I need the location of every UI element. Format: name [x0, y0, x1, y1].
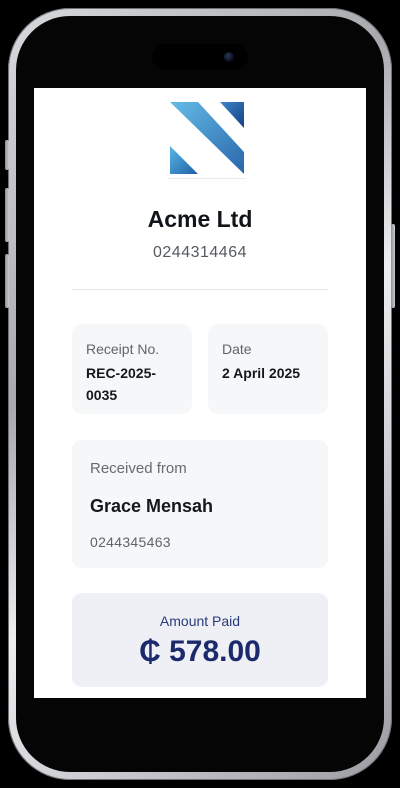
company-logo-icon — [168, 100, 246, 179]
amount-paid-card: Amount Paid ₵ 578.00 — [72, 593, 328, 687]
amount-paid-label: Amount Paid — [159, 613, 241, 629]
receipt-screen: Acme Ltd 0244314464 Receipt No. REC-2025… — [34, 88, 366, 698]
amount-paid-value: ₵ 578.00 — [139, 635, 261, 668]
date-value: 2 April 2025 — [222, 365, 301, 381]
date-label: Date — [222, 341, 252, 357]
camera-icon — [224, 52, 234, 62]
dynamic-island — [152, 44, 248, 70]
receipt-number-value: REC-2025- 0035 — [86, 365, 157, 403]
volume-up-button — [5, 188, 9, 242]
header-divider — [72, 289, 328, 290]
company-phone: 0244314464 — [153, 244, 247, 261]
volume-down-button — [5, 254, 9, 308]
action-button — [5, 140, 9, 170]
received-from-card: Received from Grace Mensah 0244345463 — [72, 440, 328, 568]
date-card: Date 2 April 2025 — [208, 324, 328, 414]
received-from-label: Received from — [90, 460, 187, 477]
company-name: Acme Ltd — [147, 206, 253, 232]
receipt-number-label: Receipt No. — [86, 341, 160, 357]
payer-phone: 0244345463 — [90, 534, 171, 550]
payer-name: Grace Mensah — [90, 496, 214, 516]
power-button — [391, 224, 395, 308]
receipt-number-card: Receipt No. REC-2025- 0035 — [72, 324, 192, 414]
